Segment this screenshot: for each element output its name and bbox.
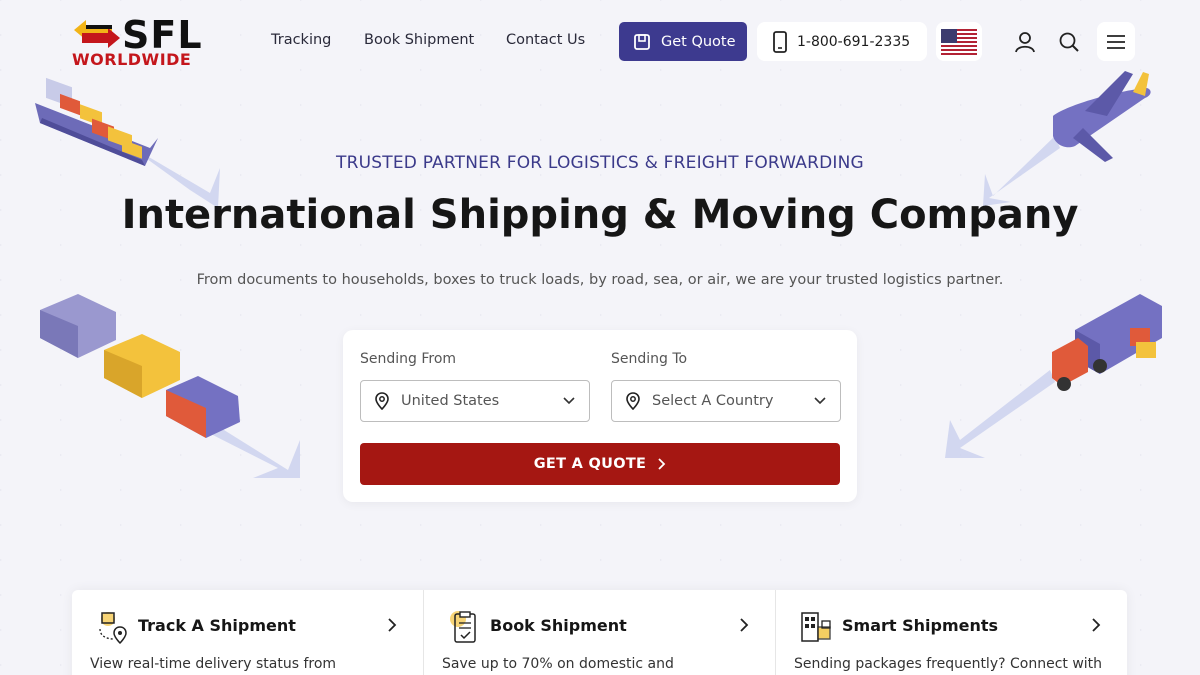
get-quote-label: Get Quote [661, 33, 736, 50]
sending-to-label: Sending To [611, 351, 688, 367]
sending-from-label: Sending From [360, 351, 457, 367]
sending-from-select[interactable]: United States [360, 380, 590, 422]
feature-description: View real-time delivery status from [90, 656, 337, 672]
feature-title: Book Shipment [490, 616, 627, 635]
cargo-ship-illustration [35, 77, 220, 208]
get-a-quote-button[interactable]: GET A QUOTE [360, 443, 840, 485]
freight-train-illustration [40, 294, 300, 478]
nav-tracking[interactable]: Tracking [271, 32, 331, 48]
book-shipment-icon [450, 611, 476, 643]
feature-book-shipment[interactable]: Book Shipment Save up to 70% on domestic… [424, 590, 776, 675]
smart-shipments-icon [801, 612, 831, 642]
sfl-worldwide-logo[interactable]: SFL WORLDWIDE [72, 16, 224, 68]
user-icon [1015, 31, 1035, 52]
search-icon [1059, 32, 1079, 52]
phone-number: 1-800-691-2335 [797, 33, 911, 50]
feature-description: Save up to 70% on domestic and [442, 656, 674, 672]
menu-icon [1107, 34, 1125, 49]
quote-form-card: Sending From Sending To United States Se… [343, 330, 857, 502]
sending-from-value: United States [401, 393, 500, 409]
location-pin-icon [375, 392, 389, 410]
feature-cards: Track A Shipment View real-time delivery… [72, 590, 1127, 675]
chevron-down-icon [563, 397, 575, 405]
phone-link[interactable]: 1-800-691-2335 [757, 22, 927, 61]
airplane-illustration [983, 71, 1151, 206]
menu-button[interactable] [1097, 22, 1135, 61]
chevron-right-icon [658, 458, 666, 470]
get-quote-button[interactable]: Get Quote [619, 22, 747, 61]
feature-smart-shipments[interactable]: Smart Shipments Sending packages frequen… [776, 590, 1127, 675]
account-button[interactable] [1006, 22, 1044, 61]
feature-title: Smart Shipments [842, 616, 999, 635]
chevron-down-icon [814, 397, 826, 405]
feature-description: Sending packages frequently? Connect wit… [794, 656, 1103, 672]
hero-tagline: TRUSTED PARTNER FOR LOGISTICS & FREIGHT … [336, 153, 864, 173]
feature-title: Track A Shipment [138, 616, 296, 635]
feature-track-shipment[interactable]: Track A Shipment View real-time delivery… [72, 590, 424, 675]
search-button[interactable] [1050, 22, 1088, 61]
quote-box-icon [634, 33, 650, 50]
logo-text-top: SFL [122, 13, 203, 57]
sending-to-value: Select A Country [652, 393, 774, 409]
track-shipment-icon [99, 612, 127, 645]
logo-text-bottom: WORLDWIDE [72, 50, 192, 69]
chevron-right-icon [1092, 618, 1101, 632]
location-pin-icon [626, 392, 640, 410]
hero-subtitle: From documents to households, boxes to t… [196, 272, 1004, 288]
nav-book-shipment[interactable]: Book Shipment [364, 32, 474, 48]
phone-icon [773, 30, 787, 53]
chevron-right-icon [740, 618, 749, 632]
sending-to-select[interactable]: Select A Country [611, 380, 841, 422]
us-flag-icon [941, 28, 977, 55]
country-selector[interactable] [936, 22, 982, 61]
nav-contact-us[interactable]: Contact Us [506, 32, 585, 48]
delivery-truck-illustration [945, 294, 1162, 458]
logo-arrows-icon [74, 20, 120, 48]
chevron-right-icon [388, 618, 397, 632]
get-a-quote-label: GET A QUOTE [533, 456, 647, 472]
hero-title: International Shipping & Moving Company [121, 192, 1079, 238]
